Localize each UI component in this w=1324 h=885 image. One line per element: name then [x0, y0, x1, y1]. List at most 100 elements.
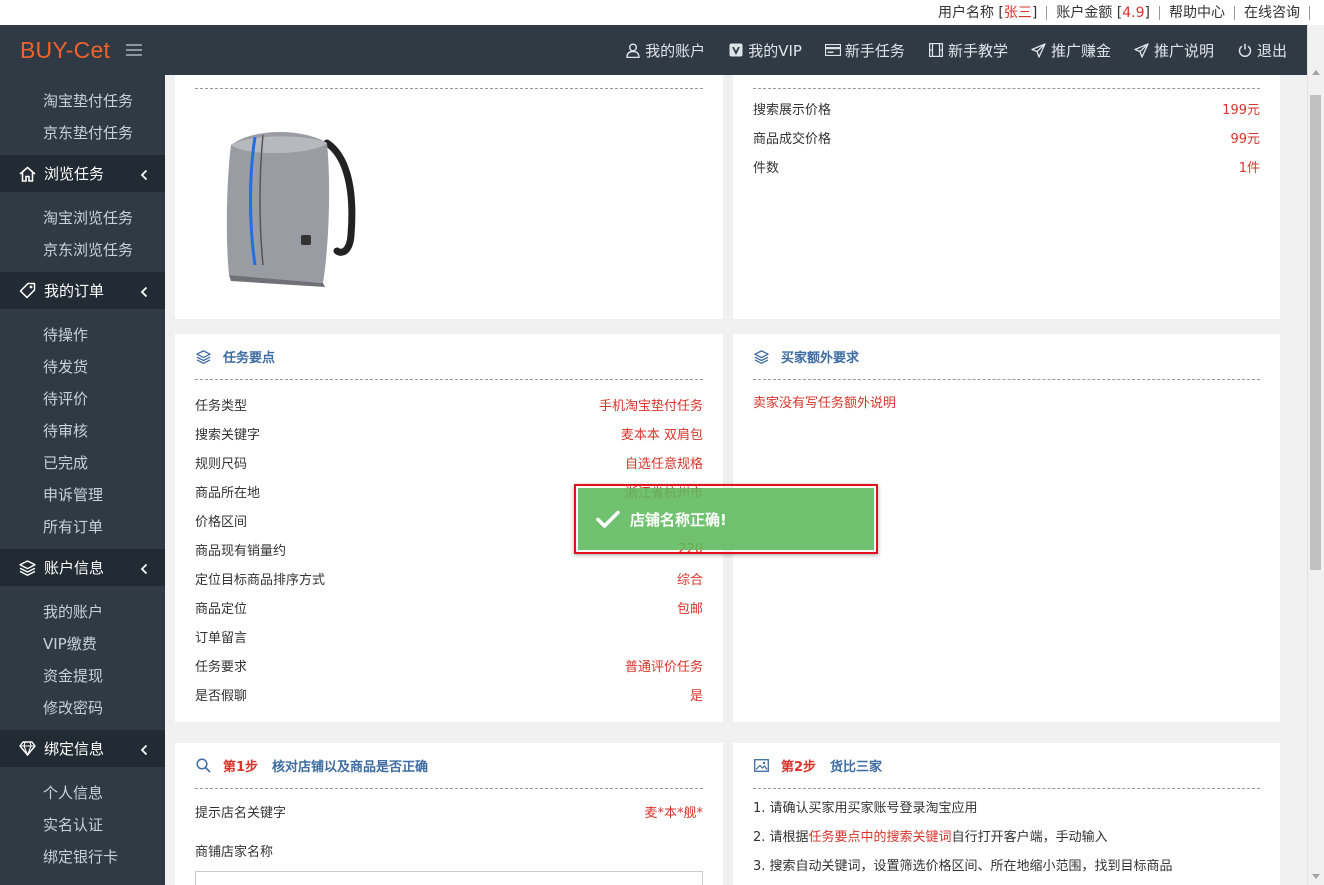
sidebar-item-completed[interactable]: 已完成: [0, 447, 165, 479]
card-icon: [824, 42, 841, 58]
layers-icon: [753, 349, 769, 365]
row-label: 搜索展示价格: [753, 103, 832, 118]
sidebar: 淘宝垫付任务 京东垫付任务 浏览任务 淘宝浏览任务 京东浏览任务 我的订单 待操…: [0, 75, 165, 885]
panel-header: 第1步 核对店铺以及商品是否正确: [195, 743, 703, 789]
sidebar-item-pending-audit[interactable]: 待审核: [0, 415, 165, 447]
search-icon: [195, 758, 211, 774]
panel-header: 第2步 货比三家: [753, 743, 1260, 789]
price-row-qty: 件数 1件: [753, 152, 1260, 181]
nav-newbie-task[interactable]: 新手任务: [824, 40, 905, 61]
scroll-down-icon[interactable]: [1312, 874, 1320, 879]
panel-title: 买家额外要求: [781, 351, 860, 366]
task-point-row: 搜索关键字 麦本本 双肩包: [195, 419, 703, 448]
sidebar-item-vip-fee[interactable]: VIP缴费: [0, 628, 165, 660]
chevron-left-icon: [140, 742, 148, 760]
task-point-row: 定位目标商品排序方式 综合: [195, 564, 703, 593]
task-point-row: 订单留言: [195, 622, 703, 651]
panel-header: 任务要点: [195, 334, 703, 380]
username-display: 用户名称 [张三]: [929, 4, 1048, 21]
sidebar-item-personal-info[interactable]: 个人信息: [0, 777, 165, 809]
row-value: 手机淘宝垫付任务: [598, 399, 703, 414]
scroll-up-icon[interactable]: [1312, 70, 1320, 75]
instruction-line: 1. 请确认买家用买家账号登录淘宝应用: [753, 801, 978, 816]
sidebar-item-taobao-browse[interactable]: 淘宝浏览任务: [0, 202, 165, 234]
instruction-text: 自行打开客户端，手动输入: [951, 830, 1108, 845]
row-label: 商品定位: [195, 602, 248, 617]
instruction-line: 3. 搜索自动关键词，设置筛选价格区间、所在地缩小范围，找到目标商品: [753, 859, 1173, 874]
nav-promote-intro[interactable]: 推广说明: [1134, 40, 1214, 61]
row-value: 普通评价任务: [624, 660, 703, 675]
success-toast: 店铺名称正确!: [574, 484, 878, 554]
row-label: 价格区间: [195, 515, 248, 530]
power-icon: [1237, 42, 1253, 58]
panel-title: 货比三家: [830, 760, 883, 775]
shop-hint-row: 提示店名关键字 麦*本*舰*: [195, 797, 703, 826]
sidebar-item-pending-review[interactable]: 待评价: [0, 383, 165, 415]
nav-label: 我的VIP: [748, 41, 802, 60]
help-center-link[interactable]: 帮助中心: [1160, 5, 1235, 20]
row-label: 商品所在地: [195, 486, 261, 501]
online-consult-link[interactable]: 在线咨询: [1235, 5, 1310, 20]
sidebar-item-pending-ship[interactable]: 待发货: [0, 351, 165, 383]
sidebar-item-taobao-pay[interactable]: 淘宝垫付任务: [0, 85, 165, 117]
sidebar-group-account[interactable]: 账户信息: [0, 549, 165, 586]
panel-title: 核对店铺以及商品是否正确: [272, 760, 429, 775]
instruction-text: 2. 请根据: [753, 830, 809, 845]
row-value: 199元: [1222, 103, 1260, 118]
product-panel: [175, 75, 723, 319]
nav-promote-earn[interactable]: 推广赚金: [1031, 40, 1111, 61]
sidebar-group-label: 账户信息: [44, 559, 105, 577]
sidebar-item-my-account[interactable]: 我的账户: [0, 596, 165, 628]
page-scrollbar[interactable]: [1307, 25, 1324, 885]
diamond-icon: [18, 740, 36, 758]
row-value: 1件: [1238, 161, 1260, 176]
row-value: 麦*本*舰*: [644, 806, 703, 821]
sidebar-item-change-password[interactable]: 修改密码: [0, 692, 165, 724]
sidebar-item-bind-bank[interactable]: 绑定银行卡: [0, 841, 165, 873]
step1-panel: 第1步 核对店铺以及商品是否正确 提示店名关键字 麦*本*舰* 商铺店家名称: [175, 743, 723, 885]
row-label: 商品成交价格: [753, 132, 832, 147]
header-bar: BUY-Cet 我的账户 我的VIP 新手任务 新手教学 推广赚金 推广说明 退…: [0, 25, 1307, 75]
nav-label: 我的账户: [645, 41, 706, 60]
row-value: 包邮: [676, 602, 703, 617]
row-value: 综合: [676, 573, 703, 588]
sidebar-item-appeals[interactable]: 申诉管理: [0, 479, 165, 511]
user-icon: [625, 42, 641, 58]
logo[interactable]: BUY-Cet: [20, 37, 110, 64]
panel-title: 任务要点: [223, 351, 276, 366]
sidebar-item-jd-pay[interactable]: 京东垫付任务: [0, 117, 165, 149]
shop-name-input[interactable]: [195, 871, 703, 885]
nav-my-vip[interactable]: 我的VIP: [728, 40, 802, 61]
balance-value: 4.9: [1122, 4, 1145, 21]
step2-instructions: 1. 请确认买家用买家账号登录淘宝应用 2. 请根据任务要点中的搜索关键词自行打…: [753, 794, 1260, 881]
row-label: 任务要求: [195, 660, 248, 675]
nav-my-account[interactable]: 我的账户: [625, 40, 705, 61]
sidebar-item-jd-browse[interactable]: 京东浏览任务: [0, 234, 165, 266]
scroll-thumb[interactable]: [1310, 95, 1321, 570]
nav-label: 新手教学: [947, 41, 1008, 60]
sidebar-item-withdraw[interactable]: 资金提现: [0, 660, 165, 692]
row-label: 商品现有销量约: [195, 544, 287, 559]
sidebar-group-browse[interactable]: 浏览任务: [0, 155, 165, 192]
sidebar-item-all-orders[interactable]: 所有订单: [0, 511, 165, 543]
instruction-line: 2. 请根据任务要点中的搜索关键词自行打开客户端，手动输入: [753, 823, 1260, 852]
username-bracket: ]: [1031, 4, 1038, 21]
sidebar-group-bind[interactable]: 绑定信息: [0, 730, 165, 767]
sidebar-item-real-name[interactable]: 实名认证: [0, 809, 165, 841]
price-row-display: 搜索展示价格 199元: [753, 94, 1260, 123]
nav-label: 新手任务: [844, 41, 905, 60]
sidebar-item-pending-op[interactable]: 待操作: [0, 319, 165, 351]
menu-toggle-icon[interactable]: [126, 44, 143, 56]
top-strip: 用户名称 [张三] 账户金额 [4.9] 帮助中心 在线咨询: [0, 0, 1324, 25]
row-label: 是否假聊: [195, 689, 248, 704]
divider: [753, 75, 1260, 89]
nav-label: 退出: [1256, 41, 1287, 60]
home-icon: [18, 165, 36, 183]
nav-logout[interactable]: 退出: [1237, 40, 1287, 61]
send-icon: [1134, 42, 1150, 58]
sidebar-group-orders[interactable]: 我的订单: [0, 272, 165, 309]
instruction-highlight: 任务要点中的搜索关键词: [808, 830, 952, 845]
row-value: 自选任意规格: [624, 457, 703, 472]
nav-newbie-teaching[interactable]: 新手教学: [928, 40, 1008, 61]
buyer-extra-note: 卖家没有写任务额外说明: [753, 396, 897, 411]
